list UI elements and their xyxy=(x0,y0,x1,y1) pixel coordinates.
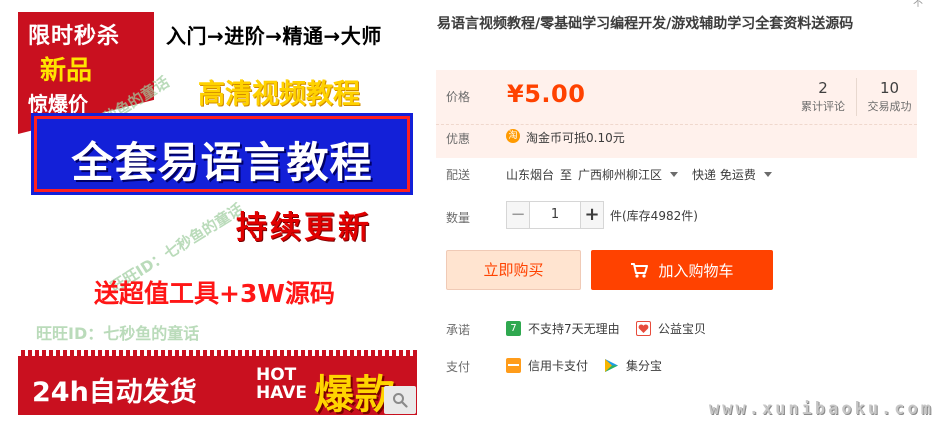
promo-text: 淘金币可抵0.10元 xyxy=(526,131,625,145)
taobao-coin-icon: 淘 xyxy=(506,129,520,143)
payment-label: 支付 xyxy=(446,360,471,374)
buy-now-button[interactable]: 立即购买 xyxy=(446,250,581,290)
ship-to-word: 至 xyxy=(560,168,573,182)
ship-destination-select[interactable]: 广西柳州柳江区 xyxy=(578,166,662,183)
review-stat[interactable]: 2 累计评论 xyxy=(790,78,856,116)
image-watermark: 旺旺ID：七秒鱼的童话 xyxy=(36,324,200,343)
sales-stats: 2 累计评论 10 交易成功 xyxy=(790,78,922,116)
seven-day-icon: 7 xyxy=(506,321,521,336)
add-to-cart-label: 加入购物车 xyxy=(658,261,734,280)
zoom-button[interactable] xyxy=(384,386,416,414)
add-to-cart-button[interactable]: 加入购物车 xyxy=(591,250,773,290)
ship-from: 山东烟台 xyxy=(506,168,555,182)
bonus-tools-text: 送超值工具+3W源码 xyxy=(94,279,335,308)
review-label: 累计评论 xyxy=(801,100,845,113)
quantity-label: 数量 xyxy=(446,211,471,225)
payment-jifenbao-text: 集分宝 xyxy=(626,359,663,373)
magnifier-icon xyxy=(393,393,408,408)
jifenbao-icon xyxy=(604,358,619,373)
review-count: 2 xyxy=(818,79,828,97)
hot-have-text: HOT HAVE xyxy=(256,366,307,402)
auto-delivery-text: 24h自动发货 xyxy=(32,377,197,408)
price-divider xyxy=(436,124,917,125)
headline-text: 全套易语言教程 xyxy=(71,138,373,187)
payment-jifenbao[interactable]: 集分宝 xyxy=(604,357,662,374)
banner-stripe xyxy=(18,350,417,356)
promise-no-return-text: 不支持7天无理由 xyxy=(528,322,620,336)
shipping-label: 配送 xyxy=(446,168,471,182)
learning-path-text: 入门→进阶→精通→大师 xyxy=(166,24,382,48)
flash-sale-text: 限时秒杀 xyxy=(28,24,121,49)
cropped-top-text: 不 xyxy=(913,0,923,9)
auto-delivery-banner: 24h自动发货 HOT HAVE 爆款 xyxy=(18,350,417,415)
promise-no-return[interactable]: 7 不支持7天无理由 xyxy=(506,320,620,337)
cart-icon xyxy=(630,262,649,278)
new-product-text: 新品 xyxy=(40,56,93,86)
product-main-image[interactable]: 限时秒杀 新品 惊爆价 入门→进阶→精通→大师 高清视频教程 旺旺ID：七秒鱼的… xyxy=(18,12,417,415)
promise-charity[interactable]: 公益宝贝 xyxy=(636,320,706,337)
deals-count: 10 xyxy=(879,79,900,97)
amazing-price-text: 惊爆价 xyxy=(28,92,88,116)
chevron-down-icon[interactable] xyxy=(763,172,772,177)
payment-credit-card-text: 信用卡支付 xyxy=(528,359,589,373)
quantity-stepper: − 1 + 件(库存4982件) xyxy=(506,201,698,229)
hot-label: HOT xyxy=(256,365,297,385)
shipping-row: 山东烟台 至 广西柳州柳江区 快递 免运费 xyxy=(506,166,786,183)
headline-banner: 全套易语言教程 xyxy=(34,116,410,192)
payment-credit-card[interactable]: 信用卡支付 xyxy=(506,357,588,374)
hd-video-text: 高清视频教程 xyxy=(198,79,360,110)
stock-text: 件(库存4982件) xyxy=(610,208,698,223)
quantity-input[interactable]: 1 xyxy=(530,201,580,229)
deals-stat[interactable]: 10 交易成功 xyxy=(856,78,922,116)
promise-label: 承诺 xyxy=(446,323,471,337)
promise-charity-text: 公益宝贝 xyxy=(658,322,707,336)
quantity-decrease-button[interactable]: − xyxy=(506,201,530,229)
charity-heart-icon xyxy=(636,321,651,336)
promo-label: 优惠 xyxy=(446,132,471,146)
product-title: 易语言视频教程/零基础学习编程开发/游戏辅助学习全套资料送源码 xyxy=(437,16,854,32)
site-watermark: www.xunibaoku.com xyxy=(709,399,934,419)
price-label: 价格 xyxy=(446,90,471,104)
continuous-update-text: 持续更新 xyxy=(236,210,372,246)
chevron-down-icon[interactable] xyxy=(670,172,679,177)
deals-label: 交易成功 xyxy=(867,100,912,113)
have-label: HAVE xyxy=(256,383,307,403)
ship-method-select[interactable]: 快递 免运费 xyxy=(692,166,756,183)
price-value: ¥5.00 xyxy=(507,80,586,108)
quantity-increase-button[interactable]: + xyxy=(580,201,604,229)
credit-card-icon xyxy=(506,358,521,373)
